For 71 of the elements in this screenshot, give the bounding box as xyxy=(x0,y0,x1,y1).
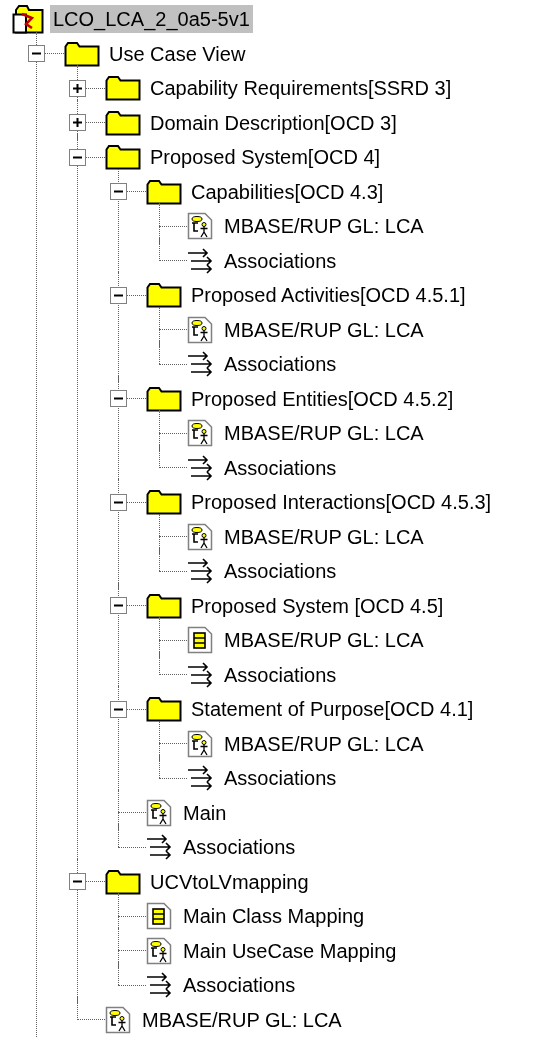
collapse-button[interactable] xyxy=(110,700,127,718)
expand-button[interactable] xyxy=(69,79,86,97)
arrows-icon xyxy=(146,833,172,862)
tree-item[interactable]: Associations xyxy=(221,660,340,689)
arrows-icon xyxy=(146,971,172,1000)
arrows-icon xyxy=(187,453,213,482)
folder-icon xyxy=(105,868,141,895)
use-case-diagram-icon xyxy=(187,419,213,448)
tree-item[interactable]: Use Case View xyxy=(106,39,249,68)
tree-item[interactable]: MBASE/RUP GL: LCA xyxy=(221,315,427,344)
tree-item[interactable]: Associations xyxy=(180,971,299,1000)
tree-item[interactable]: Domain Description[OCD 3] xyxy=(147,108,400,137)
folder-icon xyxy=(146,178,182,205)
tree-item[interactable]: MBASE/RUP GL: LCA xyxy=(221,729,427,758)
arrows-icon xyxy=(187,660,213,689)
folder-icon xyxy=(105,144,141,171)
tree-item[interactable]: Proposed System [OCD 4.5] xyxy=(188,591,447,620)
tree-item[interactable]: UCVtoLVmapping xyxy=(147,867,312,896)
tree-item[interactable]: Main Class Mapping xyxy=(180,902,368,931)
tree-item[interactable]: Main UseCase Mapping xyxy=(180,936,400,965)
folder-icon xyxy=(146,592,182,619)
folder-icon xyxy=(146,489,182,516)
folder-icon xyxy=(146,385,182,412)
use-case-diagram-icon xyxy=(187,212,213,241)
folder-icon xyxy=(146,696,182,723)
folder-icon xyxy=(146,282,182,309)
collapse-button[interactable] xyxy=(69,873,86,891)
tree-item[interactable]: MBASE/RUP GL: LCA xyxy=(221,522,427,551)
tree-item[interactable]: Associations xyxy=(221,453,340,482)
collapse-button[interactable] xyxy=(28,45,45,63)
tree-item[interactable]: Main xyxy=(180,798,230,827)
folder-icon xyxy=(105,109,141,136)
tree-item[interactable]: MBASE/RUP GL: LCA xyxy=(221,626,427,655)
folder-icon xyxy=(64,40,100,67)
tree-item[interactable]: Associations xyxy=(180,833,299,862)
tree-item[interactable]: MBASE/RUP GL: LCA xyxy=(139,1005,345,1034)
tree-item[interactable]: Proposed Interactions[OCD 4.5.3] xyxy=(188,488,495,517)
model-folder-icon xyxy=(12,4,44,35)
arrows-icon xyxy=(187,764,213,793)
use-case-diagram-icon xyxy=(187,729,213,758)
collapse-button[interactable] xyxy=(110,390,127,408)
tree-item[interactable]: Associations xyxy=(221,350,340,379)
class-diagram-icon xyxy=(187,626,213,655)
collapse-button[interactable] xyxy=(110,493,127,511)
tree-item[interactable]: Associations xyxy=(221,557,340,586)
folder-icon xyxy=(105,75,141,102)
tree-item[interactable]: MBASE/RUP GL: LCA xyxy=(221,212,427,241)
tree-item[interactable]: Proposed System[OCD 4] xyxy=(147,143,384,172)
tree-item[interactable]: Associations xyxy=(221,246,340,275)
use-case-diagram-icon xyxy=(187,315,213,344)
use-case-diagram-icon xyxy=(187,522,213,551)
collapse-button[interactable] xyxy=(110,183,127,201)
expand-button[interactable] xyxy=(69,114,86,132)
tree-item[interactable]: MBASE/RUP GL: LCA xyxy=(221,419,427,448)
tree-item[interactable]: LCO_LCA_2_0a5-5v1 xyxy=(50,5,253,34)
arrows-icon xyxy=(187,246,213,275)
collapse-button[interactable] xyxy=(110,286,127,304)
use-case-diagram-icon xyxy=(105,1005,131,1034)
use-case-diagram-icon xyxy=(146,936,172,965)
class-diagram-icon xyxy=(146,902,172,931)
tree-item[interactable]: Statement of Purpose[OCD 4.1] xyxy=(188,695,477,724)
use-case-diagram-icon xyxy=(146,798,172,827)
collapse-button[interactable] xyxy=(110,597,127,615)
tree-item[interactable]: Capabilities[OCD 4.3] xyxy=(188,177,387,206)
tree-item[interactable]: Associations xyxy=(221,764,340,793)
collapse-button[interactable] xyxy=(69,148,86,166)
tree-item[interactable]: Proposed Activities[OCD 4.5.1] xyxy=(188,281,469,310)
arrows-icon xyxy=(187,557,213,586)
tree-item[interactable]: Capability Requirements[SSRD 3] xyxy=(147,74,455,103)
tree-item[interactable]: Proposed Entities[OCD 4.5.2] xyxy=(188,384,457,413)
arrows-icon xyxy=(187,350,213,379)
